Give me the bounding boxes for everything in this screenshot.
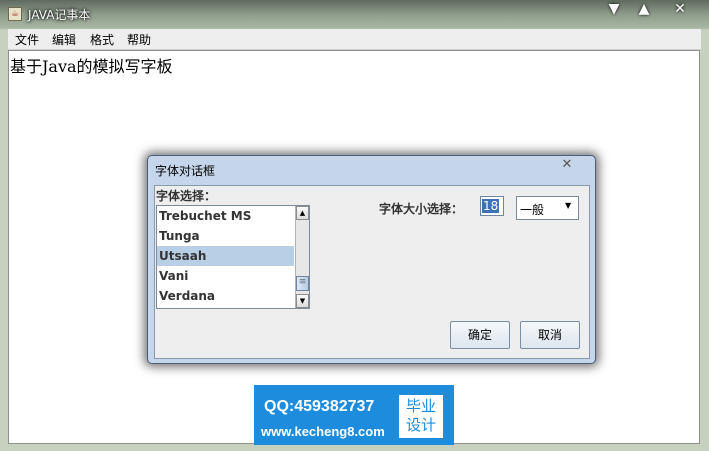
font-list-item[interactable]: Trebuchet MS xyxy=(157,206,294,226)
editor-text: 基于Java的模拟写字板 xyxy=(10,57,173,76)
menu-edit[interactable]: 编辑 xyxy=(47,31,81,48)
scroll-down-icon[interactable]: ▼ xyxy=(296,294,309,308)
font-size-input[interactable]: 18 xyxy=(480,196,504,216)
font-list[interactable]: Trebuchet MS Tunga Utsaah Vani Verdana ▲… xyxy=(156,205,310,309)
menu-format[interactable]: 格式 xyxy=(85,31,119,48)
minimize-button[interactable]: ▼ xyxy=(598,0,630,20)
scroll-thumb[interactable]: ≡ xyxy=(296,276,309,291)
font-style-dropdown[interactable]: 一般 ▼ xyxy=(516,196,579,220)
dialog-close-icon[interactable]: ✕ xyxy=(560,158,574,172)
menu-bar: 文件 编辑 格式 帮助 xyxy=(8,29,701,50)
dialog-title: 字体对话框 xyxy=(155,164,216,178)
font-list-item-selected[interactable]: Utsaah xyxy=(157,246,294,266)
title-bar[interactable]: ☕ JAVA记事本 ▼ ▲ ✕ xyxy=(0,0,709,28)
font-size-value: 18 xyxy=(482,199,500,213)
maximize-button[interactable]: ▲ xyxy=(628,0,660,20)
watermark-banner: QQ:459382737 www.kecheng8.com 毕业 设计 xyxy=(254,385,454,445)
notepad-window: ☕ JAVA记事本 ▼ ▲ ✕ 文件 编辑 格式 帮助 基于Java的模拟写字板… xyxy=(0,0,709,451)
menu-help[interactable]: 帮助 xyxy=(122,31,156,48)
ok-button[interactable]: 确定 xyxy=(450,321,510,349)
watermark-badge-line2: 设计 xyxy=(405,416,436,434)
close-button[interactable]: ✕ xyxy=(660,0,700,20)
menu-file[interactable]: 文件 xyxy=(10,31,44,48)
java-cup-icon: ☕ xyxy=(8,7,22,21)
font-list-item[interactable]: Tunga xyxy=(157,226,294,246)
font-style-value: 一般 xyxy=(520,203,545,217)
watermark-badge-line1: 毕业 xyxy=(405,397,436,415)
window-title: JAVA记事本 xyxy=(28,8,91,22)
watermark-site: www.kecheng8.com xyxy=(261,424,385,439)
watermark-qq: QQ:459382737 xyxy=(264,398,375,415)
scroll-up-icon[interactable]: ▲ xyxy=(296,206,309,220)
dialog-content: 字体选择： Trebuchet MS Tunga Utsaah Vani Ver… xyxy=(154,185,590,359)
font-list-scrollbar[interactable]: ▲ ≡ ▼ xyxy=(295,206,309,308)
font-size-label: 字体大小选择： xyxy=(379,202,464,216)
cancel-button[interactable]: 取消 xyxy=(520,321,580,349)
watermark-badge: 毕业 设计 xyxy=(399,395,443,438)
font-list-item[interactable]: Verdana xyxy=(157,286,294,306)
font-list-item[interactable]: Vani xyxy=(157,266,294,286)
font-select-label: 字体选择： xyxy=(156,189,217,203)
chevron-down-icon: ▼ xyxy=(565,201,572,210)
font-dialog: 字体对话框 ✕ 字体选择： Trebuchet MS Tunga Utsaah … xyxy=(147,155,596,364)
